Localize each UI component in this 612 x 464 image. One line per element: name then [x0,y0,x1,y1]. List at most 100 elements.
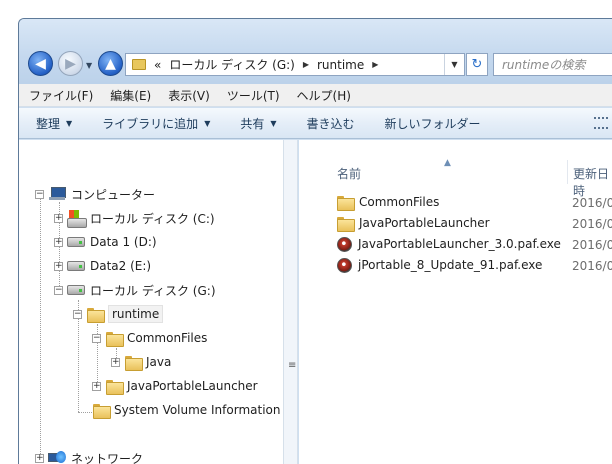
drive-icon [67,237,85,247]
tree-item-system-volume[interactable]: System Volume Information [92,400,280,420]
expand-toggle[interactable]: + [54,261,63,271]
address-overflow[interactable]: « [154,58,161,72]
file-name: JavaPortableLauncher [359,216,490,230]
tree-item-java[interactable]: + Java [111,352,171,372]
expand-toggle[interactable]: + [54,237,63,247]
expand-toggle[interactable]: + [35,453,44,463]
up-button[interactable]: ▲ [98,51,123,76]
tree-item-label: JavaPortableLauncher [127,379,258,393]
menu-bar: ファイル(F) 編集(E) 表示(V) ツール(T) ヘルプ(H) [19,84,612,107]
tree-item-label: CommonFiles [127,331,208,345]
search-input[interactable]: runtimeの検索 [493,53,612,76]
collapse-toggle[interactable]: − [54,285,63,295]
refresh-button[interactable]: ↻ [466,53,488,76]
system-drive-icon [67,210,87,228]
command-bar: 整理 ▼ ライブラリに追加 ▼ 共有 ▼ 書き込む 新しいフォルダー [19,108,612,139]
new-folder-label: 新しいフォルダー [384,116,481,131]
view-options-icon[interactable] [594,117,608,129]
recent-pages-dropdown[interactable]: ▼ [86,61,92,70]
organize-label: 整理 [36,116,61,131]
tree-item-drive-c[interactable]: + ローカル ディスク (C:) [54,208,215,228]
burn-label: 書き込む [306,116,355,131]
drive-icon [67,285,85,295]
tree-item-label: ローカル ディスク (G:) [90,283,216,298]
tree-item-network[interactable]: + ネットワーク [35,448,143,464]
chevron-right-icon[interactable]: ▶ [303,60,309,69]
tree-item-label: runtime [108,305,164,323]
tree-item-computer[interactable]: − コンピューター [35,184,155,204]
collapse-toggle[interactable]: − [92,333,101,343]
tree-item-label: System Volume Information [114,403,281,417]
folder-icon [106,331,124,347]
navigation-pane[interactable]: − コンピューター + ローカル ディスク (C:) + Data 1 (D:)… [19,140,284,464]
share-button[interactable]: 共有 ▼ [240,115,276,132]
tree-item-label: Java [146,355,172,369]
explorer-window: ◀ ▶ ▼ ▲ « ローカル ディスク (G:) ▶ runtime ▶ ▼ ↻… [18,18,612,464]
organize-button[interactable]: 整理 ▼ [36,115,72,132]
tree-item-javaportablelauncher[interactable]: + JavaPortableLauncher [92,376,258,396]
column-separator[interactable] [567,160,568,184]
installer-icon [337,236,352,252]
file-date: 2016/06/2 [572,217,612,231]
forward-arrow-icon: ▶ [65,55,76,72]
folder-icon [125,355,143,371]
search-placeholder: runtimeの検索 [502,58,586,72]
tree-item-label: ネットワーク [71,451,144,464]
folder-icon [337,216,355,232]
file-row[interactable]: CommonFiles [337,192,612,212]
include-in-library-button[interactable]: ライブラリに追加 ▼ [102,115,210,132]
pane-splitter[interactable]: ≡ [284,140,298,464]
menu-tools[interactable]: ツール(T) [227,87,280,104]
file-row[interactable]: JavaPortableLauncher_3.0.paf.exe [337,234,612,254]
expand-toggle[interactable]: + [54,213,63,223]
file-row[interactable]: jPortable_8_Update_91.paf.exe [337,255,612,275]
file-date: 2016/06/2 [572,196,612,210]
file-date: 2016/05/1 [572,259,612,273]
file-name: CommonFiles [359,195,440,209]
address-dropdown-button[interactable]: ▼ [444,54,464,75]
tree-item-runtime[interactable]: − runtime [73,304,164,324]
back-button[interactable]: ◀ [28,51,53,76]
new-folder-button[interactable]: 新しいフォルダー [385,115,481,132]
tree-item-commonfiles[interactable]: − CommonFiles [92,328,207,348]
installer-icon [337,257,352,273]
forward-button[interactable]: ▶ [58,51,83,76]
address-bar[interactable]: « ローカル ディスク (G:) ▶ runtime ▶ ▼ [125,53,465,76]
address-segment-drive[interactable]: ローカル ディスク (G:) [169,56,295,73]
tree-line [78,412,92,413]
menu-file[interactable]: ファイル(F) [29,87,93,104]
chevron-right-icon[interactable]: ▶ [372,60,378,69]
collapse-toggle[interactable]: − [35,189,44,199]
chevron-down-icon: ▼ [66,118,73,128]
up-arrow-icon: ▲ [105,55,116,72]
tree-item-drive-e[interactable]: + Data2 (E:) [54,256,151,276]
menu-edit[interactable]: 編集(E) [110,87,151,104]
network-icon [48,451,66,464]
menu-view[interactable]: 表示(V) [168,87,210,104]
file-date: 2016/06/2 [572,238,612,252]
folder-icon [93,403,111,419]
refresh-icon: ↻ [471,57,483,72]
sort-ascending-icon: ▲ [444,158,451,168]
folder-icon [87,307,105,323]
drive-icon [67,261,85,271]
file-name: JavaPortableLauncher_3.0.paf.exe [358,237,561,251]
address-segment-runtime[interactable]: runtime [317,58,364,72]
tree-item-drive-g[interactable]: − ローカル ディスク (G:) [54,280,216,300]
file-list-pane[interactable]: ▲ 名前 更新日時 CommonFiles 2016/06/2 JavaPort… [299,140,612,464]
folder-icon [132,59,146,70]
file-row[interactable]: JavaPortableLauncher [337,213,612,233]
expand-toggle[interactable]: + [92,381,101,391]
tree-line [40,198,41,462]
expand-toggle[interactable]: + [111,357,120,367]
tree-item-drive-d[interactable]: + Data 1 (D:) [54,232,157,252]
burn-button[interactable]: 書き込む [307,115,355,132]
folder-icon [106,379,124,395]
tree-item-label: コンピューター [71,187,156,202]
grip-icon: ≡ [288,360,297,371]
back-arrow-icon: ◀ [35,55,46,72]
menu-help[interactable]: ヘルプ(H) [297,87,351,104]
share-label: 共有 [240,116,265,131]
chevron-down-icon: ▼ [270,118,277,128]
collapse-toggle[interactable]: − [73,309,82,319]
